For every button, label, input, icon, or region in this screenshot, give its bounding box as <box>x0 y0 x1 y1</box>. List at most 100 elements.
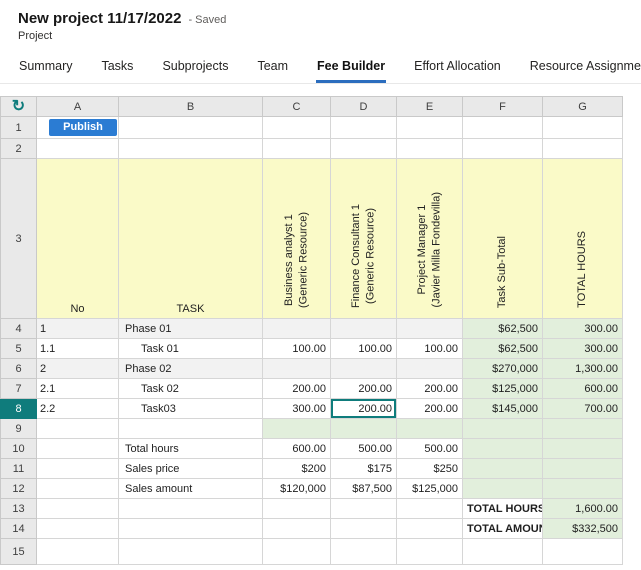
cell-E12[interactable]: $125,000 <box>396 478 463 499</box>
cell-G10[interactable] <box>542 438 623 459</box>
cell-G14-total-amount-value[interactable]: $332,500 <box>542 518 623 539</box>
cell-D7[interactable]: 200.00 <box>330 378 397 399</box>
row-header-7[interactable]: 7 <box>0 378 37 399</box>
cell-F14-total-amount-label[interactable]: TOTAL AMOUNT <box>462 518 543 539</box>
cell-C8[interactable]: 300.00 <box>262 398 331 419</box>
cell-D12[interactable]: $87,500 <box>330 478 397 499</box>
cell-B9[interactable] <box>118 418 263 439</box>
cell-F11[interactable] <box>462 458 543 479</box>
cell-E1[interactable] <box>396 116 463 139</box>
cell-E10[interactable]: 500.00 <box>396 438 463 459</box>
cell-F12[interactable] <box>462 478 543 499</box>
cell-E9[interactable] <box>396 418 463 439</box>
cell-D4[interactable] <box>330 318 397 339</box>
cell-C3-resource-header[interactable]: Business analyst 1 (Generic Resource) <box>262 158 331 319</box>
cell-E5[interactable]: 100.00 <box>396 338 463 359</box>
row-header-13[interactable]: 13 <box>0 498 37 519</box>
cell-G13-total-hours-value[interactable]: 1,600.00 <box>542 498 623 519</box>
col-header-E[interactable]: E <box>396 96 463 117</box>
cell-B8[interactable]: Task03 <box>118 398 263 419</box>
cell-B5[interactable]: Task 01 <box>118 338 263 359</box>
cell-B7[interactable]: Task 02 <box>118 378 263 399</box>
cell-B2[interactable] <box>118 138 263 159</box>
tab-subprojects[interactable]: Subprojects <box>161 51 229 83</box>
cell-E14[interactable] <box>396 518 463 539</box>
col-header-D[interactable]: D <box>330 96 397 117</box>
row-header-4[interactable]: 4 <box>0 318 37 339</box>
row-header-10[interactable]: 10 <box>0 438 37 459</box>
grid-corner[interactable]: ↻ <box>0 96 37 117</box>
row-header-6[interactable]: 6 <box>0 358 37 379</box>
cell-A9[interactable] <box>36 418 119 439</box>
tab-summary[interactable]: Summary <box>18 51 73 83</box>
cell-D6[interactable] <box>330 358 397 379</box>
cell-A14[interactable] <box>36 518 119 539</box>
cell-B1[interactable] <box>118 116 263 139</box>
cell-E6[interactable] <box>396 358 463 379</box>
cell-F9[interactable] <box>462 418 543 439</box>
cell-A13[interactable] <box>36 498 119 519</box>
cell-D2[interactable] <box>330 138 397 159</box>
cell-D11[interactable]: $175 <box>330 458 397 479</box>
cell-C11[interactable]: $200 <box>262 458 331 479</box>
cell-C1[interactable] <box>262 116 331 139</box>
cell-D14[interactable] <box>330 518 397 539</box>
cell-A8[interactable]: 2.2 <box>36 398 119 419</box>
cell-A3-no-header[interactable]: No <box>36 158 119 319</box>
col-header-F[interactable]: F <box>462 96 543 117</box>
cell-F8[interactable]: $145,000 <box>462 398 543 419</box>
cell-D1[interactable] <box>330 116 397 139</box>
row-header-11[interactable]: 11 <box>0 458 37 479</box>
tab-effort-allocation[interactable]: Effort Allocation <box>413 51 502 83</box>
cell-G9[interactable] <box>542 418 623 439</box>
cell-F10[interactable] <box>462 438 543 459</box>
cell-E7[interactable]: 200.00 <box>396 378 463 399</box>
cell-C6[interactable] <box>262 358 331 379</box>
cell-G11[interactable] <box>542 458 623 479</box>
cell-G15[interactable] <box>542 538 623 565</box>
tab-tasks[interactable]: Tasks <box>100 51 134 83</box>
cell-B10[interactable]: Total hours <box>118 438 263 459</box>
col-header-G[interactable]: G <box>542 96 623 117</box>
cell-A10[interactable] <box>36 438 119 459</box>
row-header-15[interactable]: 15 <box>0 538 37 565</box>
cell-E4[interactable] <box>396 318 463 339</box>
row-header-2[interactable]: 2 <box>0 138 37 159</box>
cell-C10[interactable]: 600.00 <box>262 438 331 459</box>
cell-F15[interactable] <box>462 538 543 565</box>
cell-E8[interactable]: 200.00 <box>396 398 463 419</box>
cell-A1[interactable]: Publish <box>36 116 119 139</box>
cell-D15[interactable] <box>330 538 397 565</box>
row-header-5[interactable]: 5 <box>0 338 37 359</box>
cell-G7[interactable]: 600.00 <box>542 378 623 399</box>
cell-A15[interactable] <box>36 538 119 565</box>
cell-D3-resource-header[interactable]: Finance Consultant 1 (Generic Resource) <box>330 158 397 319</box>
cell-E2[interactable] <box>396 138 463 159</box>
cell-D5[interactable]: 100.00 <box>330 338 397 359</box>
row-header-8-selected[interactable]: 8 <box>0 398 37 419</box>
cell-G2[interactable] <box>542 138 623 159</box>
cell-F7[interactable]: $125,000 <box>462 378 543 399</box>
cell-D10[interactable]: 500.00 <box>330 438 397 459</box>
cell-F2[interactable] <box>462 138 543 159</box>
row-header-12[interactable]: 12 <box>0 478 37 499</box>
cell-C15[interactable] <box>262 538 331 565</box>
cell-A7[interactable]: 2.1 <box>36 378 119 399</box>
cell-D9[interactable] <box>330 418 397 439</box>
cell-F1[interactable] <box>462 116 543 139</box>
tab-team[interactable]: Team <box>256 51 289 83</box>
cell-F6[interactable]: $270,000 <box>462 358 543 379</box>
tab-fee-builder[interactable]: Fee Builder <box>316 51 387 83</box>
cell-G12[interactable] <box>542 478 623 499</box>
cell-C4[interactable] <box>262 318 331 339</box>
cell-C14[interactable] <box>262 518 331 539</box>
cell-F13-total-hours-label[interactable]: TOTAL HOURS <box>462 498 543 519</box>
cell-F4[interactable]: $62,500 <box>462 318 543 339</box>
col-header-C[interactable]: C <box>262 96 331 117</box>
cell-B15[interactable] <box>118 538 263 565</box>
cell-G1[interactable] <box>542 116 623 139</box>
row-header-14[interactable]: 14 <box>0 518 37 539</box>
cell-A6[interactable]: 2 <box>36 358 119 379</box>
cell-E11[interactable]: $250 <box>396 458 463 479</box>
cell-G8[interactable]: 700.00 <box>542 398 623 419</box>
